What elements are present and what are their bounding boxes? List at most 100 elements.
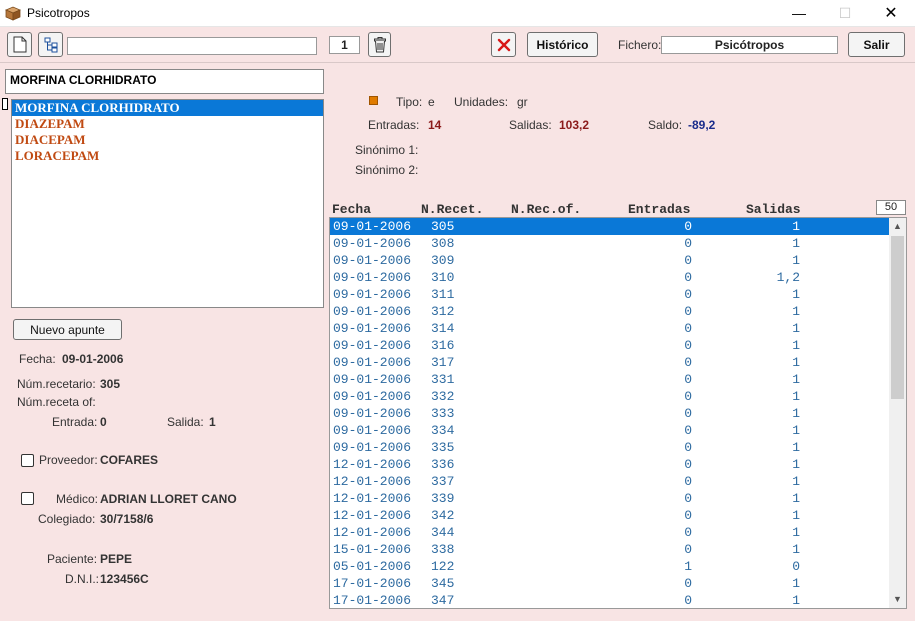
table-row[interactable]: 09-01-2006 317 0 1 — [330, 354, 890, 371]
salida-value: 1 — [209, 415, 216, 429]
cell-n-recet: 316 — [431, 338, 455, 353]
cell-salidas: 1 — [792, 321, 800, 336]
cancel-button[interactable] — [491, 32, 516, 57]
table-row[interactable]: 12-01-2006 344 0 1 — [330, 524, 890, 541]
table-row[interactable]: 09-01-2006 334 0 1 — [330, 422, 890, 439]
cell-n-recet: 342 — [431, 508, 455, 523]
header-entradas: Entradas — [628, 202, 691, 217]
medico-value: ADRIAN LLORET CANO — [100, 492, 237, 506]
header-n-recet: N.Recet. — [421, 202, 484, 217]
cell-n-recet: 344 — [431, 525, 455, 540]
table-row[interactable]: 09-01-2006 331 0 1 — [330, 371, 890, 388]
list-item[interactable]: DIACEPAM — [12, 132, 323, 148]
table-row[interactable]: 09-01-2006 332 0 1 — [330, 388, 890, 405]
cell-salidas: 1 — [792, 542, 800, 557]
proveedor-value: COFARES — [100, 453, 159, 467]
row-count-field[interactable]: 50 — [876, 200, 906, 215]
scroll-down-icon[interactable]: ▼ — [889, 591, 906, 608]
cell-salidas: 1 — [792, 593, 800, 608]
historico-button[interactable]: Histórico — [527, 32, 598, 57]
row-marker — [2, 98, 8, 110]
table-row[interactable]: 09-01-2006 314 0 1 — [330, 320, 890, 337]
medico-checkbox[interactable] — [21, 492, 34, 505]
movements-grid[interactable]: 09-01-2006 305 0 1 09-01-2006 308 0 1 09-01-2006… — [329, 217, 907, 609]
fichero-label: Fichero: — [618, 38, 662, 52]
table-row[interactable]: 15-01-2006 338 0 1 — [330, 541, 890, 558]
table-row[interactable]: 12-01-2006 337 0 1 — [330, 473, 890, 490]
table-row[interactable]: 05-01-2006 122 1 0 — [330, 558, 890, 575]
entrada-value: 0 — [100, 415, 107, 429]
cell-fecha: 12-01-2006 — [333, 457, 412, 472]
nuevo-apunte-button[interactable]: Nuevo apunte — [13, 319, 122, 340]
dni-label: D.N.I.: — [65, 572, 100, 586]
cell-entradas: 0 — [684, 236, 692, 251]
cell-entradas: 0 — [684, 593, 692, 608]
tree-view-button[interactable] — [38, 32, 63, 57]
new-document-button[interactable] — [7, 32, 32, 57]
cell-n-recet: 345 — [431, 576, 455, 591]
cell-entradas: 0 — [684, 219, 692, 234]
cell-n-recet: 314 — [431, 321, 455, 336]
product-list[interactable]: MORFINA CLORHIDRATO DIAZEPAM DIACEPAM LO… — [11, 99, 324, 308]
table-row[interactable]: 12-01-2006 339 0 1 — [330, 490, 890, 507]
table-row[interactable]: 09-01-2006 308 0 1 — [330, 235, 890, 252]
table-row[interactable]: 12-01-2006 336 0 1 — [330, 456, 890, 473]
cell-entradas: 0 — [684, 355, 692, 370]
cell-salidas: 1 — [792, 423, 800, 438]
table-row[interactable]: 09-01-2006 310 0 1,2 — [330, 269, 890, 286]
cell-fecha: 09-01-2006 — [333, 287, 412, 302]
page-number-field[interactable]: 1 — [329, 36, 360, 54]
table-row[interactable]: 09-01-2006 333 0 1 — [330, 405, 890, 422]
cell-fecha: 09-01-2006 — [333, 338, 412, 353]
cell-fecha: 15-01-2006 — [333, 542, 412, 557]
table-row[interactable]: 09-01-2006 312 0 1 — [330, 303, 890, 320]
cell-entradas: 0 — [684, 406, 692, 421]
proveedor-checkbox[interactable] — [21, 454, 34, 467]
search-input[interactable] — [67, 37, 317, 55]
cell-n-recet: 338 — [431, 542, 455, 557]
fichero-field[interactable]: Psicótropos — [661, 36, 838, 54]
paciente-label: Paciente: — [47, 552, 98, 566]
scroll-up-icon[interactable]: ▲ — [889, 218, 906, 235]
minimize-button[interactable]: — — [776, 0, 822, 27]
toolbar: 1 Histórico Fichero: Psicótropos Salir — [0, 27, 915, 63]
cell-fecha: 09-01-2006 — [333, 270, 412, 285]
maximize-button[interactable]: ☐ — [822, 0, 868, 27]
close-button[interactable]: ✕ — [868, 0, 914, 27]
cell-salidas: 1 — [792, 576, 800, 591]
salir-button[interactable]: Salir — [848, 32, 905, 57]
cell-salidas: 1 — [792, 457, 800, 472]
cell-n-recet: 335 — [431, 440, 455, 455]
table-row[interactable]: 09-01-2006 311 0 1 — [330, 286, 890, 303]
table-row[interactable]: 09-01-2006 305 0 1 — [330, 218, 890, 235]
cell-entradas: 0 — [684, 491, 692, 506]
cell-fecha: 12-01-2006 — [333, 491, 412, 506]
cell-n-recet: 305 — [431, 219, 455, 234]
num-receta-of-label: Núm.receta of: — [17, 395, 96, 409]
list-item[interactable]: MORFINA CLORHIDRATO — [12, 100, 323, 116]
table-row[interactable]: 12-01-2006 342 0 1 — [330, 507, 890, 524]
table-row[interactable]: 17-01-2006 347 0 1 — [330, 592, 890, 608]
product-name-input[interactable]: MORFINA CLORHIDRATO — [5, 69, 324, 94]
cell-n-recet: 347 — [431, 593, 455, 608]
list-item[interactable]: DIAZEPAM — [12, 116, 323, 132]
table-row[interactable]: 09-01-2006 335 0 1 — [330, 439, 890, 456]
sinonimo2-label: Sinónimo 2: — [355, 163, 419, 177]
sinonimo1-label: Sinónimo 1: — [355, 143, 419, 157]
cell-fecha: 09-01-2006 — [333, 372, 412, 387]
list-item[interactable]: LORACEPAM — [12, 148, 323, 164]
num-recetario-value: 305 — [100, 377, 121, 391]
vertical-scrollbar[interactable]: ▲ ▼ — [889, 218, 906, 608]
table-row[interactable]: 09-01-2006 316 0 1 — [330, 337, 890, 354]
table-row[interactable]: 17-01-2006 345 0 1 — [330, 575, 890, 592]
cell-entradas: 0 — [684, 576, 692, 591]
cell-entradas: 0 — [684, 440, 692, 455]
header-fecha: Fecha — [332, 202, 372, 217]
delete-button[interactable] — [368, 32, 391, 57]
dni-value: 123456C — [100, 572, 149, 586]
scroll-thumb[interactable] — [891, 236, 904, 399]
cell-entradas: 1 — [684, 559, 692, 574]
salida-label: Salida: — [167, 415, 204, 429]
cell-fecha: 09-01-2006 — [333, 321, 412, 336]
table-row[interactable]: 09-01-2006 309 0 1 — [330, 252, 890, 269]
